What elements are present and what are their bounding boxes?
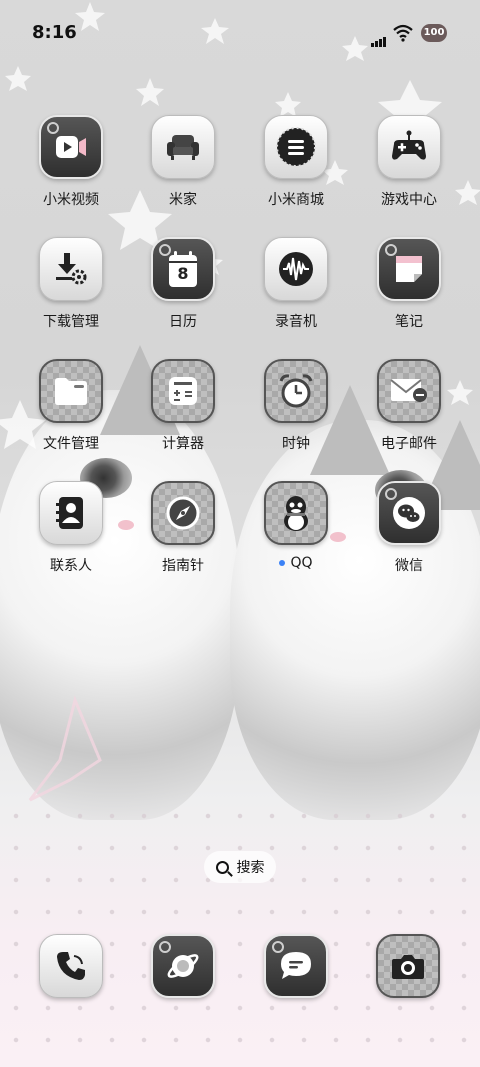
update-dot (279, 560, 286, 566)
status-bar: 8:16 100 (0, 0, 480, 68)
dock-browser-button[interactable] (151, 934, 215, 998)
app-label: 录音机 (275, 314, 317, 330)
calendar-icon: 8 (151, 237, 215, 301)
app-label: 文件管理 (43, 436, 99, 452)
cellular-signal-icon (371, 28, 387, 47)
mail-icon (377, 359, 441, 423)
app-notes[interactable]: 笔记 (353, 237, 465, 331)
app-clock[interactable]: 时钟 (240, 359, 352, 453)
app-compass[interactable]: 指南针 (127, 481, 239, 575)
app-mi-store[interactable]: 小米商城 (240, 115, 352, 209)
app-game-center[interactable]: 游戏中心 (353, 115, 465, 209)
app-label: 笔记 (395, 314, 423, 330)
app-recorder[interactable]: 录音机 (240, 237, 352, 331)
app-label: 下载管理 (43, 314, 99, 330)
contacts-icon (39, 481, 103, 545)
search-label: 搜索 (236, 860, 265, 876)
app-file-manager[interactable]: 文件管理 (15, 359, 127, 453)
app-label: 计算器 (162, 436, 204, 452)
alarm-clock-icon (264, 359, 328, 423)
app-label: 米家 (169, 192, 197, 208)
battery-indicator: 100 (421, 24, 447, 42)
calendar-date: 8 (177, 264, 189, 283)
store-menu-icon (264, 115, 328, 179)
calculator-icon (151, 359, 215, 423)
sofa-icon (151, 115, 215, 179)
app-contacts[interactable]: 联系人 (15, 481, 127, 575)
status-time: 8:16 (32, 22, 77, 43)
waveform-icon (264, 237, 328, 301)
message-icon (281, 952, 311, 979)
folder-icon (39, 359, 103, 423)
wechat-icon (377, 481, 441, 545)
app-label: 微信 (395, 558, 423, 574)
app-calculator[interactable]: 计算器 (127, 359, 239, 453)
search-icon (215, 860, 229, 874)
browser-planet-icon (167, 954, 199, 978)
app-label-text: QQ (290, 555, 313, 571)
dock-camera-button[interactable] (376, 934, 440, 998)
app-mijia[interactable]: 米家 (127, 115, 239, 209)
penguin-icon (264, 481, 328, 545)
app-label: 小米视频 (43, 192, 99, 208)
compass-icon (151, 481, 215, 545)
app-downloads[interactable]: 下载管理 (15, 237, 127, 331)
dock-phone-button[interactable] (39, 934, 103, 998)
note-icon (377, 237, 441, 301)
app-label: 小米商城 (268, 192, 324, 208)
app-label: 电子邮件 (381, 436, 437, 452)
app-label: QQ (240, 555, 352, 571)
app-mi-video[interactable]: 小米视频 (15, 115, 127, 209)
app-label: 时钟 (282, 436, 310, 452)
app-label: 指南针 (162, 558, 204, 574)
app-label: 日历 (169, 314, 197, 330)
download-gear-icon (39, 237, 103, 301)
app-label: 联系人 (50, 558, 92, 574)
wifi-icon (393, 24, 413, 42)
phone-icon (57, 952, 85, 980)
dock-messages-button[interactable] (264, 934, 328, 998)
camera-icon (392, 955, 424, 979)
app-label: 游戏中心 (381, 192, 437, 208)
app-calendar[interactable]: 8 日历 (127, 237, 239, 331)
gamepad-icon (377, 115, 441, 179)
video-play-icon (39, 115, 103, 179)
app-qq[interactable]: QQ (240, 481, 352, 571)
app-email[interactable]: 电子邮件 (353, 359, 465, 453)
search-button[interactable]: 搜索 (204, 851, 276, 883)
app-wechat[interactable]: 微信 (353, 481, 465, 575)
